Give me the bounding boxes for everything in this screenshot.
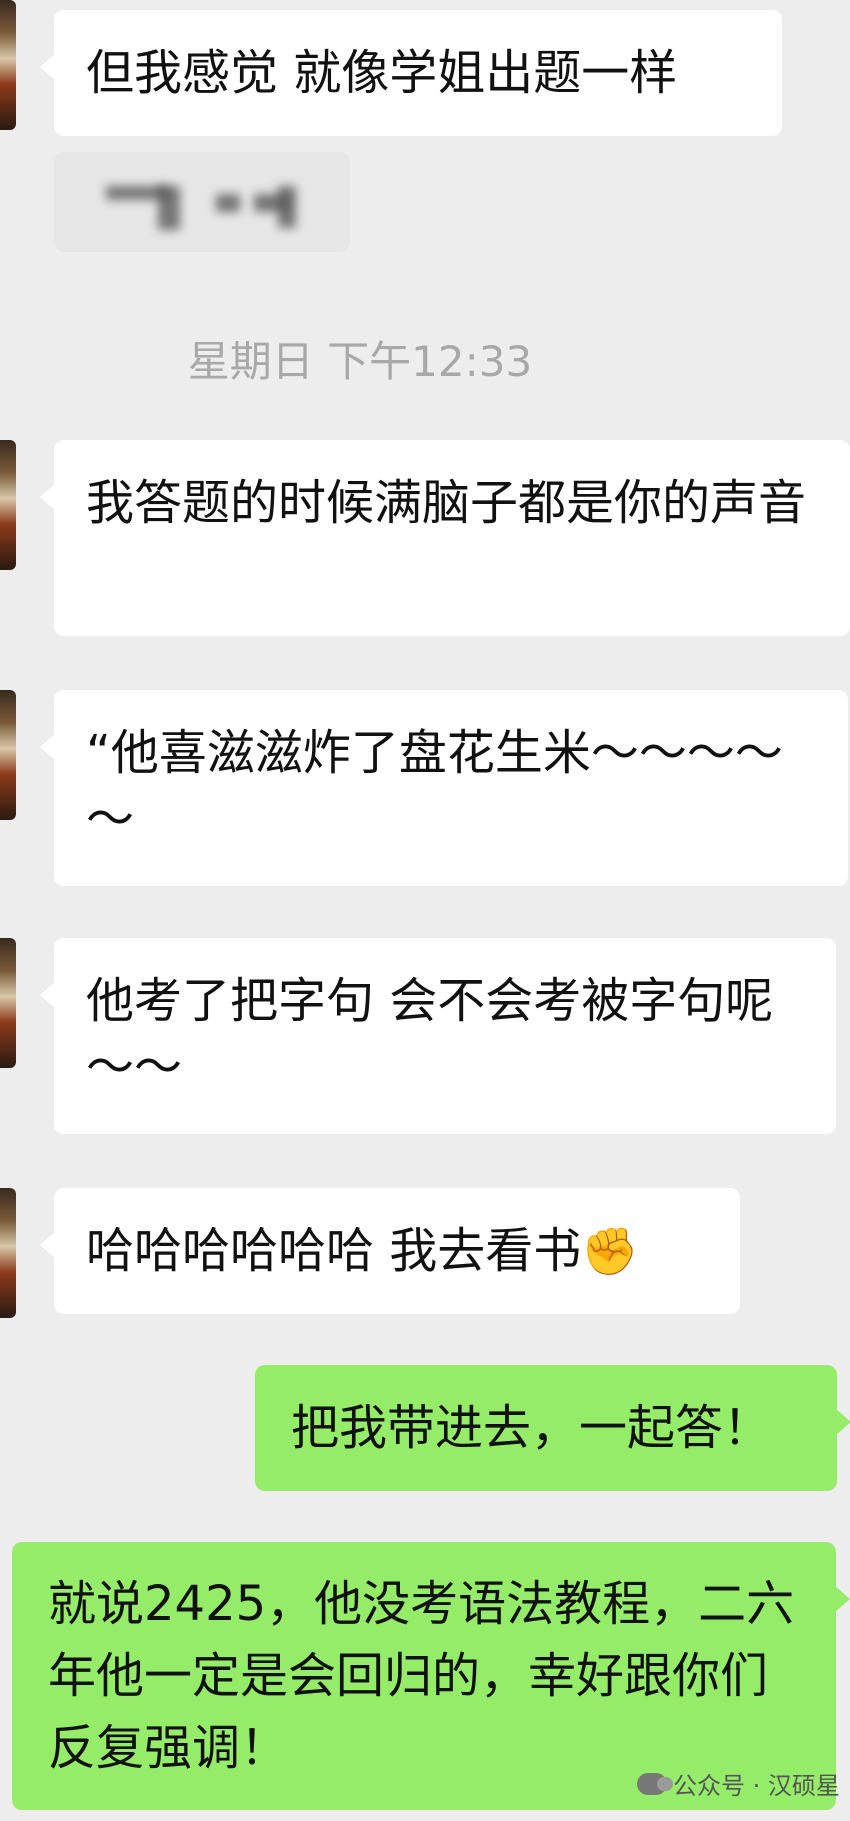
message-bubble-incoming[interactable]: 他考了把字句 会不会考被字句呢～～ bbox=[40, 938, 836, 1134]
contact-avatar[interactable] bbox=[0, 0, 16, 130]
message-bubble-incoming[interactable]: 哈哈哈哈哈哈 我去看书✊ bbox=[40, 1188, 740, 1314]
message-bubble-incoming[interactable]: 我答题的时候满脑子都是你的声音 bbox=[40, 440, 850, 636]
redacted-message bbox=[54, 152, 350, 252]
wechat-icon bbox=[637, 1772, 673, 1795]
message-bubble-incoming[interactable]: “他喜滋滋炸了盘花生米～～～～～ bbox=[40, 690, 848, 886]
message-bubble-outgoing[interactable]: 把我带进去，一起答！ bbox=[255, 1365, 850, 1491]
raised-fist-emoji-icon: ✊ bbox=[581, 1224, 639, 1278]
watermark: 公众号 · 汉硕星 bbox=[637, 1766, 840, 1801]
contact-avatar[interactable] bbox=[0, 440, 16, 570]
chat-timestamp: 星期日 下午12:33 bbox=[187, 337, 533, 386]
watermark-text: 公众号 · 汉硕星 bbox=[673, 1772, 840, 1800]
message-bubble-incoming[interactable]: 但我感觉 就像学姐出题一样 bbox=[40, 10, 782, 136]
message-text: 哈哈哈哈哈哈 我去看书 bbox=[86, 1223, 582, 1279]
contact-avatar[interactable] bbox=[0, 1188, 16, 1318]
contact-avatar[interactable] bbox=[0, 938, 16, 1068]
contact-avatar[interactable] bbox=[0, 690, 16, 820]
